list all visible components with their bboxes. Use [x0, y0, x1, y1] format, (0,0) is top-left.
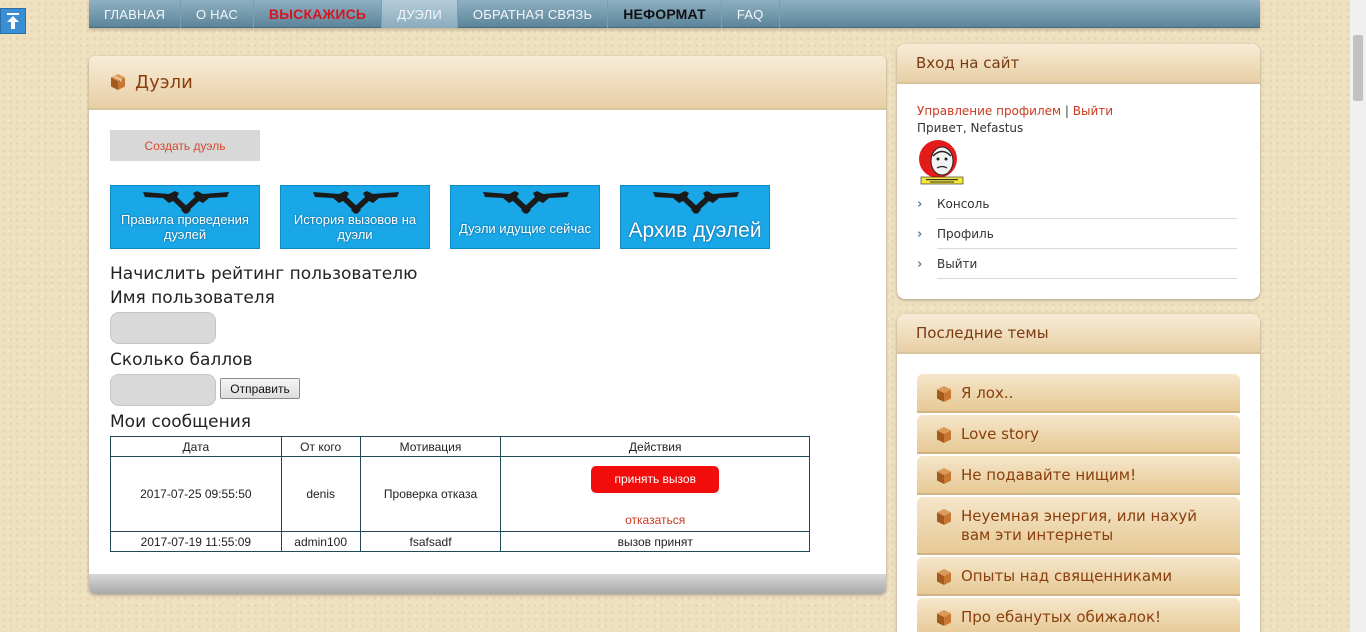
scrollbar-thumb[interactable] — [1353, 35, 1363, 101]
menu-item-console[interactable]: › Консоль — [917, 189, 1237, 219]
banner-label: История вызовов на дуэли — [293, 212, 417, 242]
nav-about[interactable]: О НАС — [181, 0, 254, 28]
accept-challenge-button[interactable]: принять вызов — [591, 465, 720, 493]
table-row: 2017-07-19 11:55:09 admin100 fsafsadf вы… — [110, 531, 810, 552]
menu-item-logout[interactable]: › Выйти — [917, 249, 1237, 279]
table-row: 2017-07-25 09:55:50 denis Проверка отказ… — [110, 456, 810, 532]
duel-banners: Правила проведения дуэлей История вызово… — [110, 185, 770, 249]
scroll-to-top-button[interactable] — [0, 8, 26, 34]
points-input[interactable] — [110, 374, 216, 406]
username-input[interactable] — [110, 312, 216, 344]
banner-duel-archive[interactable]: Архив дуэлей — [620, 185, 770, 249]
topic-title: Love story — [961, 425, 1040, 443]
decline-link[interactable]: отказаться — [505, 513, 805, 527]
duels-panel-header: Дуэли — [89, 56, 886, 110]
topic-title: Про ебанутых обижалок! — [961, 608, 1162, 626]
topic-item[interactable]: Love story — [917, 415, 1240, 454]
nav-feedback[interactable]: ОБРАТНАЯ СВЯЗЬ — [458, 0, 609, 28]
chevron-right-icon: › — [917, 196, 923, 212]
banner-duels-now[interactable]: Дуэли идущие сейчас — [450, 185, 600, 249]
topics-list: Я лох.. Love story Не подавайте нищим! Н… — [917, 374, 1240, 632]
login-box-header: Вход на сайт — [897, 44, 1260, 84]
topic-item[interactable]: Не подавайте нищим! — [917, 456, 1240, 495]
page-scrollbar[interactable] — [1349, 0, 1366, 632]
cell-status: вызов принят — [500, 531, 810, 552]
topic-title: Я лох.. — [961, 384, 1014, 402]
avatar-image — [918, 137, 966, 185]
cell-date: 2017-07-19 11:55:09 — [110, 531, 282, 552]
cube-icon — [111, 74, 125, 90]
banner-challenge-history[interactable]: История вызовов на дуэли — [280, 185, 430, 249]
messages-heading: Мои сообщения — [110, 412, 252, 432]
cube-icon — [937, 427, 951, 443]
logout-link[interactable]: Выйти — [1073, 104, 1113, 118]
create-duel-button[interactable]: Создать дуэль — [110, 130, 260, 161]
nav-faq[interactable]: FAQ — [722, 0, 780, 28]
cube-icon — [937, 386, 951, 402]
cell-actions: принять вызов отказаться — [500, 456, 810, 532]
chevron-right-icon: › — [917, 226, 923, 242]
latest-topics-box: Последние темы Я лох.. Love story Не под… — [897, 314, 1260, 632]
cube-icon — [937, 468, 951, 484]
cell-from: denis — [280, 456, 361, 532]
avatar[interactable] — [918, 137, 966, 185]
banner-label: Правила проведения дуэлей — [121, 212, 249, 242]
chevron-right-icon: › — [917, 256, 923, 272]
user-menu: › Консоль › Профиль › Выйти — [917, 189, 1237, 279]
column-header: Действия — [500, 436, 810, 457]
page-title: Дуэли — [135, 71, 193, 93]
duels-panel-footer — [89, 574, 886, 594]
link-separator: | — [1064, 104, 1069, 118]
topic-item[interactable]: Неуемная энергия, или нахуй вам эти инте… — [917, 497, 1240, 555]
crossed-pistols-icon — [653, 191, 739, 214]
topic-item[interactable]: Опыты над священниками — [917, 557, 1240, 596]
banner-label: Архив дуэлей — [628, 219, 762, 242]
nav-speak-out[interactable]: ВЫСКАЖИСЬ — [254, 0, 383, 28]
cell-motivation: Проверка отказа — [359, 456, 502, 532]
table-header-row: Дата От кого Мотивация Действия — [110, 436, 810, 457]
cube-icon — [937, 569, 951, 585]
menu-item-label: Профиль — [937, 219, 1237, 249]
topic-item[interactable]: Про ебанутых обижалок! — [917, 598, 1240, 632]
banner-duel-rules[interactable]: Правила проведения дуэлей — [110, 185, 260, 249]
menu-item-label: Выйти — [937, 249, 1237, 279]
cell-date: 2017-07-25 09:55:50 — [110, 456, 282, 532]
cube-icon — [937, 509, 951, 525]
crossed-pistols-icon — [483, 191, 569, 214]
greeting-text: Привет, Nefastus — [917, 121, 1024, 135]
latest-topics-header: Последние темы — [897, 314, 1260, 354]
topic-title: Опыты над священниками — [961, 567, 1173, 585]
login-links: Управление профилем | Выйти — [917, 104, 1113, 118]
top-navigation: ГЛАВНАЯ О НАС ВЫСКАЖИСЬ ДУЭЛИ ОБРАТНАЯ С… — [89, 0, 1260, 28]
column-header: Дата — [110, 436, 282, 457]
column-header: Мотивация — [359, 436, 502, 457]
login-box: Вход на сайт Управление профилем | Выйти… — [897, 44, 1260, 299]
nav-home[interactable]: ГЛАВНАЯ — [89, 0, 182, 28]
topic-title: Неуемная энергия, или нахуй вам эти инте… — [961, 507, 1198, 544]
nav-duels[interactable]: ДУЭЛИ — [382, 0, 458, 28]
menu-item-label: Консоль — [937, 189, 1237, 219]
topic-item[interactable]: Я лох.. — [917, 374, 1240, 413]
points-label: Сколько баллов — [110, 350, 253, 370]
duels-panel: Дуэли Создать дуэль Правила проведения д… — [89, 56, 886, 594]
cell-motivation: fsafsadf — [359, 531, 502, 552]
menu-item-profile[interactable]: › Профиль — [917, 219, 1237, 249]
nav-offformat[interactable]: НЕФОРМАТ — [608, 0, 722, 28]
username-label: Имя пользователя — [110, 288, 275, 308]
cube-icon — [937, 610, 951, 626]
manage-profile-link[interactable]: Управление профилем — [917, 104, 1061, 118]
messages-table: Дата От кого Мотивация Действия 2017-07-… — [110, 436, 810, 552]
submit-button[interactable]: Отправить — [220, 378, 300, 399]
rating-heading: Начислить рейтинг пользователю — [110, 264, 418, 284]
banner-label: Дуэли идущие сейчас — [459, 221, 591, 236]
cell-from: admin100 — [280, 531, 361, 552]
column-header: От кого — [280, 436, 361, 457]
topic-title: Не подавайте нищим! — [961, 466, 1137, 484]
arrow-up-icon — [7, 13, 19, 29]
